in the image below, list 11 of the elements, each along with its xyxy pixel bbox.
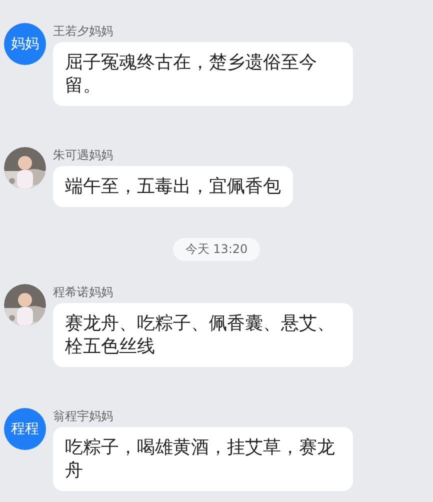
sender-name: 程希诺妈妈 <box>53 284 113 301</box>
message-bubble: 赛龙舟、吃粽子、佩香囊、悬艾、栓五色丝线 <box>53 303 353 367</box>
sender-name: 翁程宇妈妈 <box>53 408 113 425</box>
message-bubble: 屈子冤魂终古在，楚乡遗俗至今留。 <box>53 42 353 106</box>
message-bubble: 吃粽子，喝雄黄酒，挂艾草，赛龙舟 <box>53 427 353 491</box>
sender-name: 朱可遇妈妈 <box>53 147 113 164</box>
avatar[interactable]: 程程 <box>4 408 46 450</box>
timestamp: 今天 13:20 <box>173 238 260 261</box>
sender-name: 王若夕妈妈 <box>53 23 113 40</box>
message-bubble: 端午至，五毒出，宜佩香包 <box>53 166 293 207</box>
avatar[interactable]: 妈妈 <box>4 23 46 65</box>
